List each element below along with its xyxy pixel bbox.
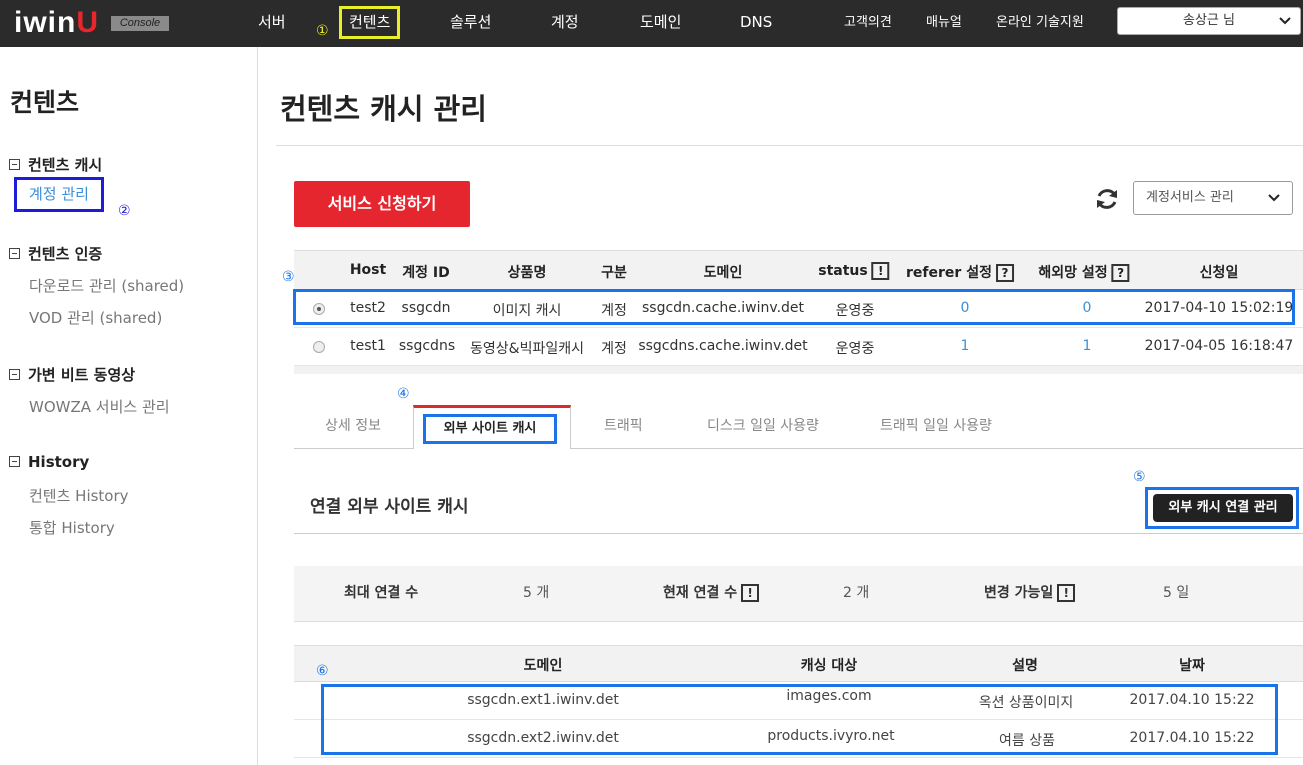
nav-contents[interactable]: 컨텐츠 — [339, 6, 401, 39]
referer-help-icon[interactable]: ? — [995, 264, 1014, 282]
stat-max-value: 5 개 — [523, 585, 550, 601]
nav-feedback[interactable]: 고객의견 — [844, 0, 892, 47]
collapse-icon — [9, 159, 20, 170]
col-description: 설명 — [1012, 658, 1038, 674]
sidebar-item-download-management[interactable]: 다운로드 관리 (shared) — [29, 275, 184, 296]
sidebar-item-account-management[interactable]: 계정 관리 — [14, 177, 104, 212]
tab-external-site-cache-label: 외부 사이트 캐시 — [423, 414, 557, 444]
collapse-icon — [9, 369, 20, 380]
nav-domain[interactable]: 도메인 — [640, 0, 681, 47]
col-domain: 도메인 — [703, 265, 743, 281]
tab-external-site-cache[interactable]: 외부 사이트 캐시 — [413, 405, 571, 449]
stat-max-label: 최대 연결 수 — [344, 585, 419, 601]
tab-disk-daily-usage[interactable]: 디스크 일일 사용량 — [707, 409, 819, 449]
service-select-value: 계정서비스 관리 — [1146, 190, 1234, 205]
top-navigation-bar: iwinU Console 서버 ① 컨텐츠 솔루션 계정 도메인 DNS 고객… — [0, 0, 1303, 47]
status-help-icon[interactable]: ! — [871, 262, 890, 280]
col-host: Host — [349, 262, 387, 278]
sidebar-item-vod-management[interactable]: VOD 관리 (shared) — [29, 307, 162, 328]
section-title: 연결 외부 사이트 캐시 — [310, 497, 469, 517]
divider — [276, 145, 1303, 146]
chevron-down-icon — [1268, 182, 1280, 227]
cell-type: 계정 — [601, 341, 627, 357]
user-name: 송상근 님 — [1183, 13, 1235, 28]
sidebar-group-content-auth[interactable]: 컨텐츠 인증 — [9, 243, 102, 264]
cell-domain: ssgcdns.cache.iwinv.det — [638, 338, 808, 354]
external-cache-manage-button[interactable]: 외부 캐시 연결 관리 — [1153, 494, 1293, 522]
sidebar-item-integrated-history[interactable]: 통합 History — [29, 517, 115, 538]
cell-account-id: ssgcdns — [398, 338, 456, 354]
sidebar-item-wowza[interactable]: WOWZA 서비스 관리 — [29, 396, 170, 417]
col-account-id: 계정 ID — [402, 265, 450, 281]
stat-current-label: 현재 연결 수! — [663, 582, 760, 602]
iwinv-logo[interactable]: iwinU — [14, 6, 99, 40]
sidebar-item-content-history[interactable]: 컨텐츠 History — [29, 485, 129, 506]
sidebar-title: 컨텐츠 — [10, 88, 80, 117]
cell-date: 2017-04-05 16:18:47 — [1144, 338, 1294, 354]
collapse-icon — [9, 456, 20, 467]
col-date: 신청일 — [1199, 265, 1239, 281]
tab-detail-info[interactable]: 상세 정보 — [325, 409, 381, 449]
user-menu-select[interactable]: 송상근 님 — [1117, 7, 1301, 35]
annotation-box-selected-row — [293, 289, 1295, 325]
console-badge: Console — [111, 16, 169, 31]
tab-traffic[interactable]: 트래픽 — [604, 409, 643, 449]
connection-stats: 최대 연결 수 5 개 현재 연결 수! 2 개 변경 가능일! 5 일 — [294, 566, 1303, 622]
annotation-box-external-rows — [321, 684, 1278, 755]
row-radio[interactable] — [313, 341, 325, 353]
table-row[interactable]: test1 ssgcdns 동영상&빅파일캐시 계정 ssgcdns.cache… — [294, 328, 1303, 366]
stat-change-value: 5 일 — [1163, 585, 1190, 601]
refresh-icon[interactable] — [1094, 186, 1120, 212]
sidebar-group-history[interactable]: History — [9, 453, 89, 471]
col-product: 상품명 — [507, 265, 547, 281]
cell-status: 운영중 — [835, 341, 875, 357]
sidebar: 컨텐츠 컨텐츠 캐시 계정 관리 ② 컨텐츠 인증 다운로드 관리 (share… — [0, 47, 258, 765]
annotation-marker-4: ④ — [397, 386, 410, 402]
nav-online-support[interactable]: 온라인 기술지원 — [996, 0, 1084, 47]
nav-account[interactable]: 계정 — [551, 0, 579, 47]
service-apply-button[interactable]: 서비스 신청하기 — [294, 181, 470, 227]
cell-overseas-link[interactable]: 1 — [1083, 338, 1092, 354]
annotation-marker-3: ③ — [282, 269, 295, 285]
annotation-marker-5: ⑤ — [1133, 469, 1146, 485]
service-management-select[interactable]: 계정서비스 관리 — [1133, 181, 1293, 215]
stat-change-label: 변경 가능일! — [984, 582, 1076, 602]
chevron-down-icon — [1279, 8, 1291, 44]
cell-host: test1 — [350, 338, 386, 354]
col-type: 구분 — [601, 265, 627, 281]
annotation-marker-1: ① — [316, 23, 329, 39]
tab-traffic-daily-usage[interactable]: 트래픽 일일 사용량 — [880, 409, 992, 449]
collapse-icon — [9, 248, 20, 259]
annotation-marker-6: ⑥ — [316, 663, 329, 679]
col-domain: 도메인 — [523, 658, 563, 674]
col-referer: referer 설정? — [906, 262, 1014, 282]
annotation-marker-2: ② — [118, 203, 131, 219]
page-title: 컨텐츠 캐시 관리 — [280, 92, 487, 126]
accounts-table-header: Host 계정 ID 상품명 구분 도메인 status! referer 설정… — [294, 250, 1303, 290]
stat-current-value: 2 개 — [843, 585, 870, 601]
nav-manual[interactable]: 매뉴얼 — [926, 0, 962, 47]
nav-server[interactable]: 서버 — [258, 0, 286, 47]
nav-solution[interactable]: 솔루션 — [450, 0, 491, 47]
col-overseas: 해외망 설정? — [1038, 262, 1130, 282]
overseas-help-icon[interactable]: ? — [1111, 264, 1130, 282]
change-help-icon[interactable]: ! — [1057, 584, 1076, 602]
sidebar-group-content-cache[interactable]: 컨텐츠 캐시 — [9, 154, 102, 175]
col-date: 날짜 — [1179, 658, 1205, 674]
divider — [294, 533, 1303, 534]
external-table-header: 도메인 캐싱 대상 설명 날짜 — [294, 645, 1303, 682]
sidebar-group-adaptive-video[interactable]: 가변 비트 동영상 — [9, 364, 135, 385]
current-help-icon[interactable]: ! — [741, 584, 760, 602]
table-footer-strip — [294, 366, 1303, 374]
nav-dns[interactable]: DNS — [740, 0, 772, 47]
col-status: status! — [818, 262, 890, 280]
col-cache-target: 캐싱 대상 — [800, 658, 858, 674]
logo-accent: U — [76, 6, 100, 39]
cell-referer-link[interactable]: 1 — [961, 338, 970, 354]
cell-product: 동영상&빅파일캐시 — [470, 341, 584, 357]
